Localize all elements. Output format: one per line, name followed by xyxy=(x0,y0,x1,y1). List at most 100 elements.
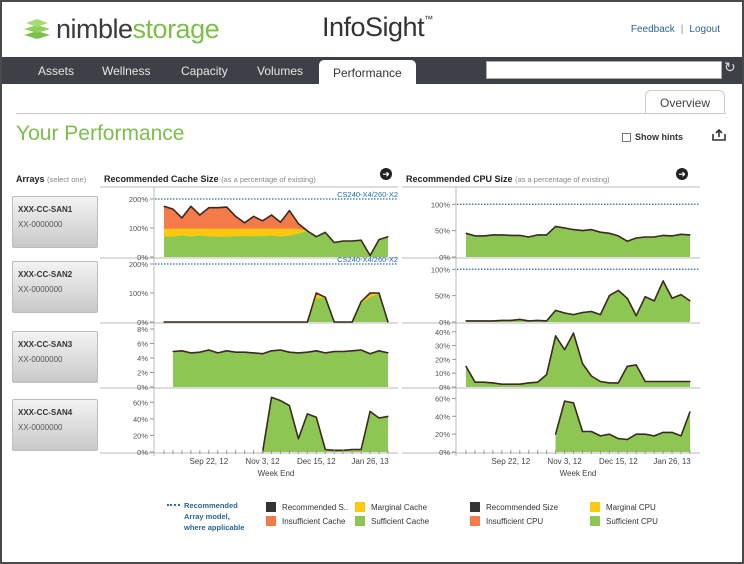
data-point xyxy=(644,296,646,298)
data-point xyxy=(235,321,237,323)
cache-swap-icon[interactable]: ➜ xyxy=(380,168,392,180)
cache-chart-heading: Recommended Cache Size (as a percentage … xyxy=(104,174,316,184)
area-sufficient xyxy=(173,350,388,387)
data-point xyxy=(342,240,344,242)
x-tick-label: Nov 3, 12 xyxy=(245,457,280,466)
data-point xyxy=(378,417,380,419)
chart-row-3: 0% 10% 20% 30% 40% xyxy=(402,328,700,392)
y-tick-label: 50% xyxy=(435,227,450,236)
legend-label: Marginal CPU xyxy=(606,502,656,512)
recommended-model-label: CS240-X4/260-X2 xyxy=(337,190,398,199)
data-point xyxy=(226,321,228,323)
tab-assets[interactable]: Assets xyxy=(38,64,74,78)
data-point xyxy=(297,438,299,440)
y-tick-label: 60% xyxy=(435,394,450,403)
array-button-san2[interactable]: XXX-CC-SAN2 XX-0000000 xyxy=(12,261,98,313)
data-point xyxy=(572,332,575,334)
data-point xyxy=(510,383,512,385)
data-point xyxy=(555,335,557,337)
data-point xyxy=(270,396,273,398)
data-point xyxy=(342,350,344,353)
search-input[interactable] xyxy=(486,61,722,79)
arrays-heading-sub: (select one) xyxy=(47,175,87,184)
logout-link[interactable]: Logout xyxy=(689,24,720,35)
cpu-chart-heading: Recommended CPU Size (as a percentage of… xyxy=(406,174,610,184)
y-tick-label: 100% xyxy=(431,200,451,209)
data-point xyxy=(465,320,467,322)
data-point xyxy=(279,400,282,402)
legend-swatch xyxy=(266,516,276,526)
tab-volumes[interactable]: Volumes xyxy=(257,64,303,78)
y-tick-label: 0% xyxy=(137,448,148,457)
legend-item-sufficient-cpu: Sufficient CPU xyxy=(590,516,658,526)
data-point xyxy=(599,314,601,316)
array-name: XXX-CC-SAN2 xyxy=(18,270,73,279)
y-tick-label: 60% xyxy=(133,398,148,407)
data-point xyxy=(235,215,237,217)
tab-wellness[interactable]: Wellness xyxy=(102,64,150,78)
data-point xyxy=(288,321,290,323)
tab-performance[interactable]: Performance xyxy=(319,60,416,84)
data-point xyxy=(288,351,290,353)
data-point xyxy=(181,350,183,352)
legend-label: Sufficient CPU xyxy=(606,516,658,526)
recommended-model-note: Recommended Array model, where applicabl… xyxy=(167,500,244,533)
top-links: Feedback | Logout xyxy=(631,24,720,35)
note-line: Recommended xyxy=(184,501,238,510)
data-point xyxy=(306,413,308,415)
cache-chart-subtitle: (as a percentage of existing) xyxy=(221,175,316,184)
data-point xyxy=(662,234,664,236)
data-point xyxy=(501,319,503,321)
show-hints-checkbox[interactable] xyxy=(622,132,631,142)
data-point xyxy=(315,416,317,418)
chart-row-1: 0%100%200%CS240-X4/260-X2 xyxy=(100,190,398,262)
data-point xyxy=(190,205,192,207)
data-point xyxy=(172,350,174,353)
data-point xyxy=(351,240,353,242)
data-point xyxy=(360,448,362,451)
show-hints-toggle[interactable]: Show hints xyxy=(622,132,683,142)
data-point xyxy=(333,350,335,353)
data-point xyxy=(262,321,264,323)
data-point xyxy=(387,321,389,323)
data-point xyxy=(172,321,174,323)
data-point xyxy=(510,319,512,321)
array-button-san1[interactable]: XXX-CC-SAN1 XX-0000000 xyxy=(12,196,98,248)
export-icon[interactable] xyxy=(712,128,726,144)
y-tick-label: 0% xyxy=(137,383,148,392)
tab-capacity[interactable]: Capacity xyxy=(181,64,228,78)
data-point xyxy=(555,433,557,435)
y-tick-label: 10% xyxy=(435,369,450,378)
array-button-san3[interactable]: XXX-CC-SAN3 XX-0000000 xyxy=(12,331,98,383)
chart-row-1: 0% 50% 100% xyxy=(402,200,700,262)
legend-label: Sufficient Cache xyxy=(371,516,430,526)
logo-text-nimble: nimble xyxy=(56,13,133,44)
data-point xyxy=(581,430,584,433)
data-point xyxy=(564,312,566,314)
data-point xyxy=(635,364,637,366)
data-point xyxy=(483,320,485,322)
data-point xyxy=(474,381,476,383)
subtab-divider xyxy=(16,113,726,114)
data-point xyxy=(262,353,264,355)
trademark: ™ xyxy=(424,14,433,24)
cpu-chart-subtitle: (as a percentage of existing) xyxy=(515,175,610,184)
data-point xyxy=(653,300,655,302)
refresh-icon[interactable]: ↻ xyxy=(724,59,738,77)
cpu-swap-icon[interactable]: ➜ xyxy=(676,168,688,180)
data-point xyxy=(555,225,557,227)
legend-swatch xyxy=(355,516,365,526)
data-point xyxy=(378,350,380,352)
array-name: XXX-CC-SAN4 xyxy=(18,408,73,417)
x-tick-label: Dec 15, 12 xyxy=(599,457,638,466)
feedback-link[interactable]: Feedback xyxy=(631,24,675,35)
link-separator: | xyxy=(680,24,684,35)
tab-overview[interactable]: Overview xyxy=(645,90,725,114)
data-point xyxy=(333,241,335,244)
y-tick-label: 0% xyxy=(439,318,450,327)
legend-item-marginal-cache: Marginal Cache xyxy=(355,502,427,512)
data-point xyxy=(306,351,308,353)
data-point xyxy=(270,214,273,216)
array-button-san4[interactable]: XXX-CC-SAN4 XX-0000000 xyxy=(12,399,98,451)
y-tick-label: 200% xyxy=(129,260,149,269)
